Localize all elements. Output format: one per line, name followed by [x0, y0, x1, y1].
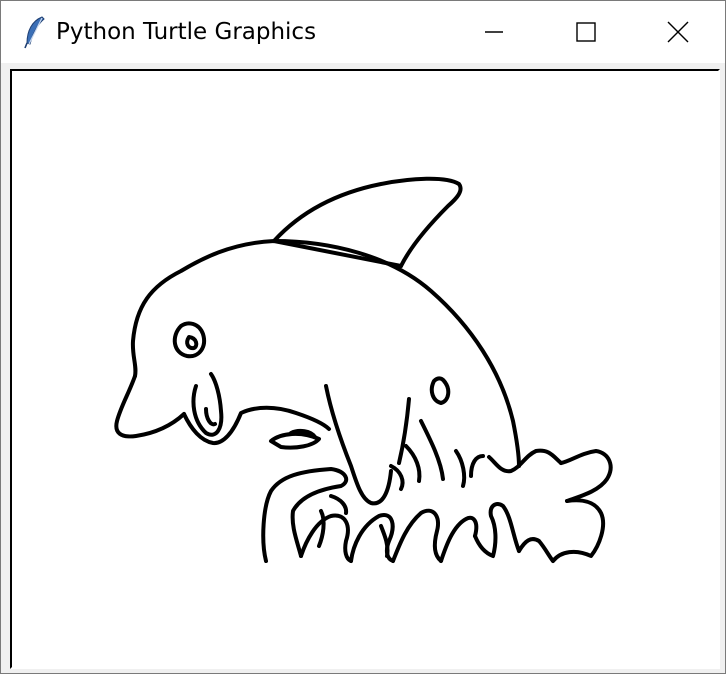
splash-drop — [429, 376, 451, 405]
minimize-icon — [485, 31, 503, 33]
close-icon — [667, 21, 689, 43]
maximize-icon — [576, 22, 596, 42]
dolphin-snout — [114, 374, 186, 439]
close-button[interactable] — [632, 1, 724, 63]
dolphin-back — [130, 239, 403, 378]
dolphin-dorsal-fin — [272, 176, 463, 268]
dolphin-drawing — [114, 176, 613, 563]
minimize-button[interactable] — [448, 1, 540, 63]
turtle-canvas[interactable] — [10, 69, 720, 669]
title-bar[interactable]: Python Turtle Graphics — [1, 1, 725, 63]
window-title: Python Turtle Graphics — [56, 19, 317, 45]
turtle-window: Python Turtle Graphics — [0, 0, 726, 674]
maximize-button[interactable] — [540, 1, 632, 63]
feather-icon — [24, 16, 45, 49]
